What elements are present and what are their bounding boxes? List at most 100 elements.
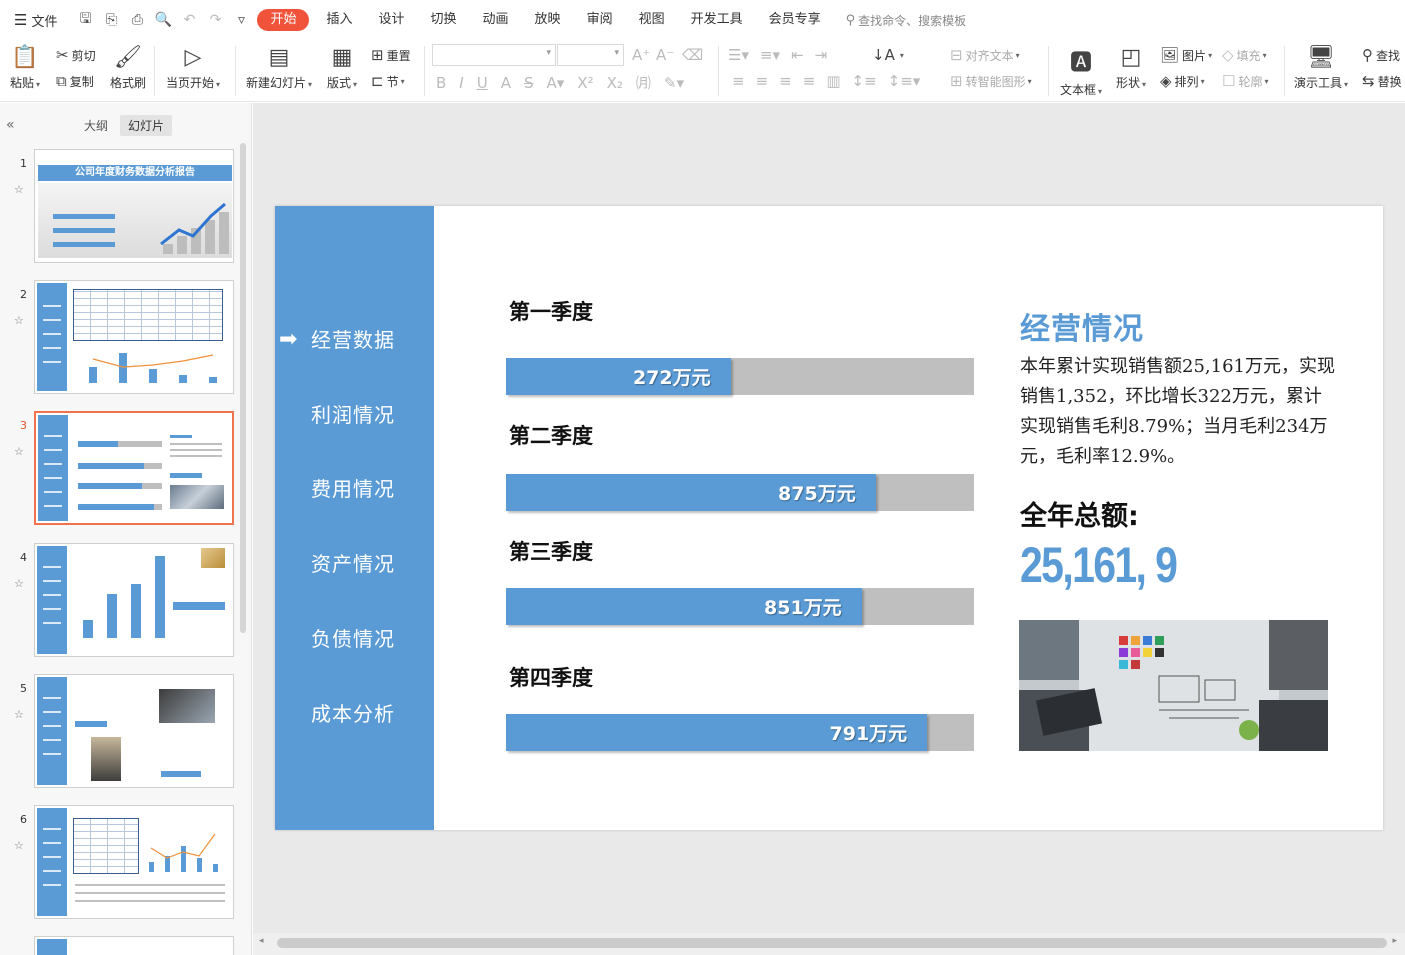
highlight-icon[interactable]: ✎▾ — [664, 74, 684, 92]
thumbnail-canvas — [34, 543, 234, 657]
italic-icon[interactable]: I — [459, 74, 463, 92]
numbering-icon[interactable]: ≡▾ — [760, 46, 780, 64]
command-search[interactable]: ⚲ 查找命令、搜索模板 — [846, 12, 967, 29]
increase-indent-icon[interactable]: ⇥ — [815, 46, 828, 64]
tab-slideshow[interactable]: 放映 — [522, 9, 574, 31]
smartart-button[interactable]: ⊞ 转智能图形 ▾ — [950, 72, 1032, 90]
find-button[interactable]: ⚲ 查找 — [1362, 46, 1400, 64]
nav-item-operations[interactable]: 经营数据 — [311, 324, 395, 353]
subscript-icon[interactable]: X₂ — [607, 74, 623, 92]
copy-label: 复制 — [69, 74, 94, 89]
clear-format-button[interactable]: ⌫ — [682, 46, 706, 64]
align-text-button[interactable]: ⊟ 对齐文本 ▾ — [950, 46, 1020, 64]
underline-icon[interactable]: U — [477, 74, 488, 92]
tab-slides[interactable]: 幻灯片 — [120, 115, 173, 136]
thumbnail-shape — [43, 622, 61, 624]
new-slide-button[interactable]: ▤ 新建幻灯片 ▾ — [246, 45, 312, 91]
replace-button[interactable]: ⇆ 替换 — [1362, 72, 1402, 90]
tab-home[interactable]: 开始 — [257, 9, 310, 31]
align-center-icon[interactable]: ≡ — [756, 72, 769, 90]
current-slide[interactable]: ➡ 经营数据 利润情况 费用情况 资产情况 负债情况 成本分析 第一季度 272… — [275, 206, 1383, 830]
nav-item-expenses[interactable]: 费用情况 — [311, 473, 395, 502]
bullets-icon[interactable]: ☰▾ — [728, 46, 749, 64]
horizontal-scrollbar[interactable]: ◂ ▸ — [253, 933, 1405, 955]
layout-button[interactable]: ▦ 版式 ▾ — [327, 45, 357, 91]
nav-item-profit[interactable]: 利润情况 — [311, 399, 395, 428]
arrange-button[interactable]: ◈ 排列 ▾ — [1160, 72, 1205, 90]
thumbnail-chart — [149, 833, 218, 872]
shrink-font-button[interactable]: A⁻ — [656, 46, 677, 64]
justify-icon[interactable]: ≡ — [803, 72, 816, 90]
fill-button[interactable]: ◇ 填充 ▾ — [1222, 46, 1267, 64]
strikethrough-icon[interactable]: S — [524, 74, 534, 92]
font-color-icon[interactable]: A▾ — [547, 74, 565, 92]
paragraph-list-buttons: ☰▾ ≡▾ ⇤ ⇥ — [728, 46, 830, 64]
tab-transitions[interactable]: 切换 — [418, 9, 470, 31]
copy-button[interactable]: ⧉ 复制 — [56, 72, 94, 90]
tab-review[interactable]: 审阅 — [574, 9, 626, 31]
print-icon[interactable]: ⎙ — [127, 12, 147, 28]
section-button[interactable]: ⊏ 节 ▾ — [371, 72, 405, 90]
outline-button[interactable]: ☐ 轮廓 ▾ — [1222, 72, 1268, 90]
business-meeting-photo[interactable] — [1019, 620, 1328, 751]
save-icon[interactable]: 🖫 — [75, 8, 95, 32]
presentation-tools-button[interactable]: 🖥 演示工具 ▾ — [1294, 45, 1348, 91]
menu-bar: ☰ 文件 🖫 ⎘ ⎙ 🔍 ↶ ↷ ▿ 开始 插入 设计 切换 动画 放映 审阅 … — [0, 0, 1405, 40]
collapse-panel-icon[interactable]: « — [6, 117, 15, 133]
fill-label: 填充 — [1236, 48, 1261, 63]
bold-icon[interactable]: B — [436, 74, 446, 92]
thumbnail-shape — [43, 842, 61, 844]
quarter-bar-fill: 272万元 — [506, 358, 731, 395]
shape-label: 形状 — [1116, 76, 1141, 90]
format-painter-button[interactable]: 🖌 格式刷 — [110, 45, 146, 91]
animation-star-icon: ☆ — [14, 839, 24, 852]
slide-thumbnail-7-partial[interactable] — [34, 936, 234, 955]
paragraph-spacing-icon[interactable]: ↕≡▾ — [888, 72, 921, 90]
thumbnail-shape — [43, 594, 61, 596]
tab-design[interactable]: 设计 — [366, 9, 418, 31]
file-menu[interactable]: ☰ 文件 — [14, 11, 57, 30]
align-right-icon[interactable]: ≡ — [779, 72, 792, 90]
nav-item-liabilities[interactable]: 负债情况 — [311, 623, 395, 652]
tab-developer[interactable]: 开发工具 — [678, 9, 756, 31]
play-from-current-button[interactable]: ▷ 当页开始 ▾ — [166, 45, 220, 91]
superscript-icon[interactable]: X² — [577, 74, 593, 92]
align-left-icon[interactable]: ≡ — [732, 72, 745, 90]
shape-button[interactable]: ◰ 形状 ▾ — [1116, 45, 1146, 91]
textbox-button[interactable]: 🅰 文本框 ▾ — [1060, 45, 1102, 98]
cut-button[interactable]: ✂ 剪切 — [56, 46, 96, 64]
tab-outline[interactable]: 大纲 — [76, 115, 116, 136]
text-direction-button[interactable]: ↓A ▾ — [872, 46, 904, 64]
thumbnail-shape — [53, 242, 115, 247]
grow-font-button[interactable]: A⁺ — [632, 46, 653, 64]
reset-button[interactable]: ⊞ 重置 — [371, 46, 411, 64]
nav-item-cost-analysis[interactable]: 成本分析 — [311, 698, 395, 727]
font-family-select[interactable] — [432, 44, 556, 66]
thumbnail-shape — [43, 870, 61, 872]
font-size-select[interactable] — [557, 44, 624, 66]
tab-animations[interactable]: 动画 — [470, 9, 522, 31]
grow-font-icon: A⁺ — [632, 46, 651, 64]
scrollbar-thumb[interactable] — [277, 938, 1387, 948]
right-arrow-icon: ➡ — [279, 327, 298, 352]
undo-icon[interactable]: ↶ — [179, 12, 199, 28]
nav-item-assets[interactable]: 资产情况 — [311, 548, 395, 577]
picture-button[interactable]: 🖼 图片 ▾ — [1160, 46, 1212, 64]
new-slide-icon: ▤ — [268, 45, 290, 70]
customize-dropdown-icon[interactable]: ▿ — [231, 12, 251, 28]
line-spacing-icon[interactable]: ↕≡ — [852, 72, 877, 90]
redo-icon[interactable]: ↷ — [205, 12, 225, 28]
export-icon[interactable]: ⎘ — [101, 12, 121, 28]
print-preview-icon[interactable]: 🔍 — [153, 12, 173, 28]
tab-member[interactable]: 会员专享 — [756, 9, 834, 31]
phonetic-icon[interactable]: ㈪ — [636, 72, 651, 93]
tab-view[interactable]: 视图 — [626, 9, 678, 31]
text-shadow-icon[interactable]: A — [501, 74, 511, 92]
distribute-icon[interactable]: ▥ — [826, 72, 840, 90]
decrease-indent-icon[interactable]: ⇤ — [791, 46, 804, 64]
scroll-left-icon[interactable]: ◂ — [259, 936, 264, 946]
paste-button[interactable]: 📋 粘贴 ▾ — [10, 45, 40, 91]
panel-scrollbar[interactable] — [240, 143, 246, 633]
scroll-right-icon[interactable]: ▸ — [1392, 936, 1397, 946]
tab-insert[interactable]: 插入 — [313, 9, 365, 31]
